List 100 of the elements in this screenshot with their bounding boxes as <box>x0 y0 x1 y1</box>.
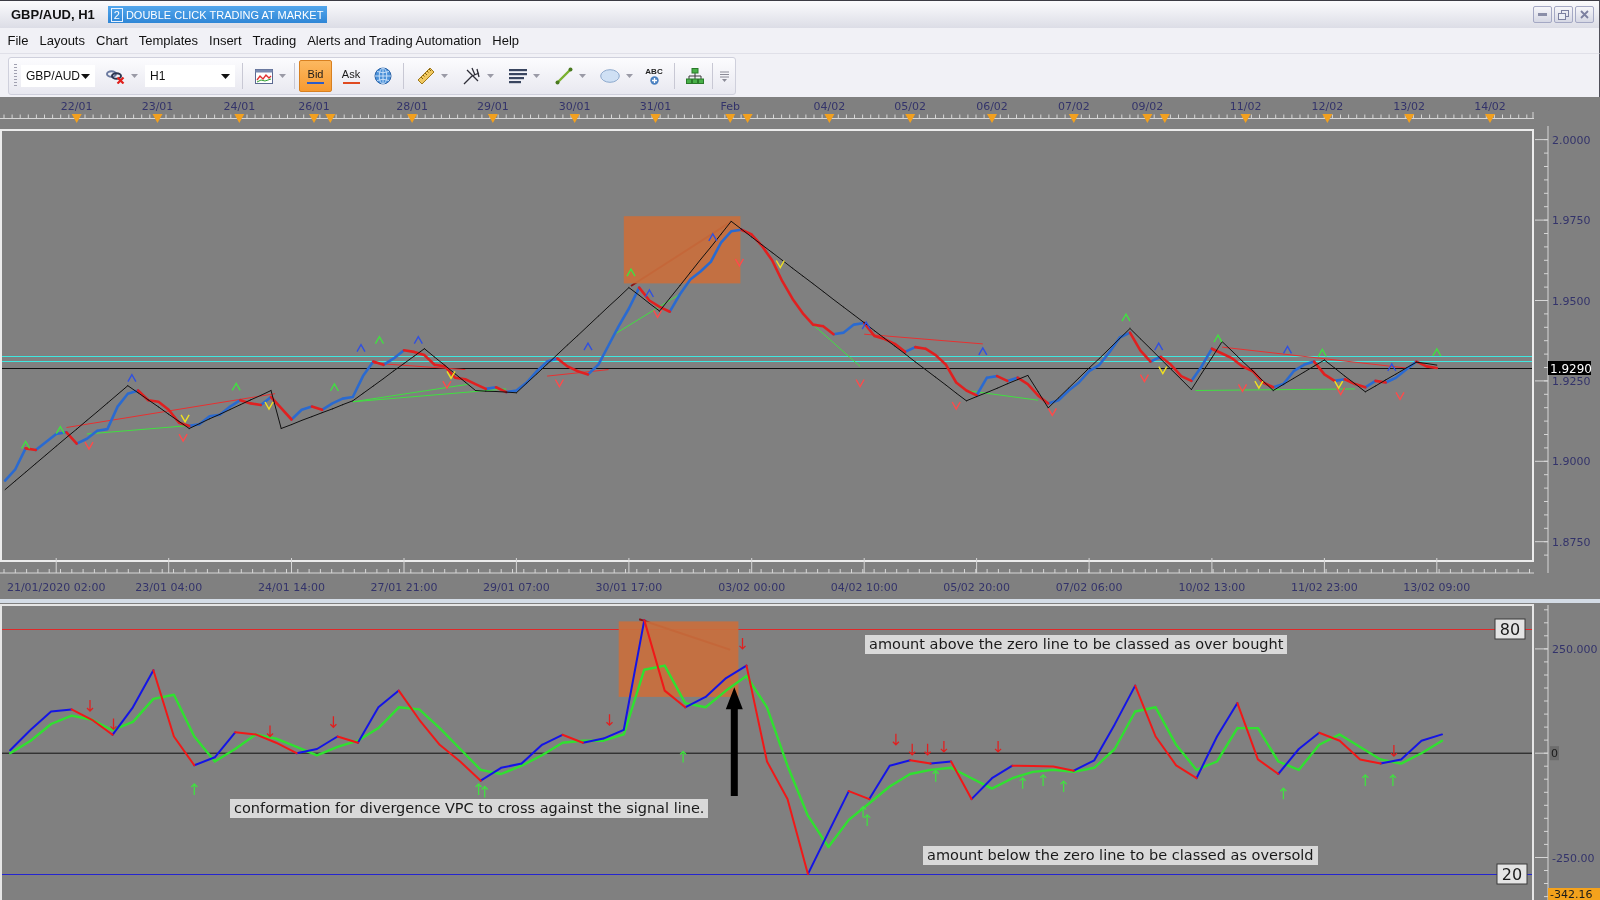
pitchfork-icon <box>462 67 481 85</box>
down-arrow-icon <box>738 637 747 650</box>
down-chevron-icon <box>1254 380 1264 390</box>
up-chevron-icon <box>413 335 423 345</box>
down-chevron-icon <box>775 259 785 269</box>
down-chevron-icon <box>84 441 94 451</box>
event-marker-icon <box>569 114 580 123</box>
down-arrow-icon <box>940 740 948 753</box>
menu-item[interactable]: File <box>2 29 34 52</box>
date-label: 06/02 <box>976 99 1008 113</box>
down-arrow-icon <box>86 699 94 712</box>
menu-item[interactable]: Chart <box>90 29 134 52</box>
current-price-label: 1.9290 <box>1548 361 1592 376</box>
date-label: Feb <box>720 99 740 113</box>
window-title: GBP/AUD, H1 <box>11 7 95 22</box>
price-axis-label: 1.9500 <box>1552 294 1591 308</box>
menu-item[interactable]: Alerts and Trading Automation <box>301 29 487 52</box>
time-axis-label: 13/02 09:00 <box>1403 581 1471 594</box>
oscillator-axis-label: 250.000 <box>1552 642 1598 656</box>
minimize-icon <box>1538 13 1547 16</box>
menu-item[interactable]: Insert <box>203 29 248 52</box>
down-arrow-icon <box>329 715 338 729</box>
caret-icon <box>532 74 540 78</box>
restore-icon <box>1558 9 1569 20</box>
caret-icon <box>81 73 90 79</box>
menu-item[interactable]: Templates <box>133 29 204 52</box>
price-axis-label: 2.0000 <box>1552 133 1591 147</box>
caret-icon <box>130 74 138 78</box>
date-label: 11/02 <box>1229 99 1262 113</box>
time-axis-label: 03/02 00:00 <box>718 581 786 594</box>
oscillator-axis-label: 0 <box>1550 746 1559 761</box>
event-marker-icon <box>1142 114 1153 123</box>
up-arrow-icon <box>932 769 940 783</box>
date-label: 24/01 <box>223 99 256 113</box>
down-chevron-icon <box>1237 383 1248 393</box>
minimize-button[interactable] <box>1533 6 1552 23</box>
caret-icon <box>486 74 494 78</box>
menu-item[interactable]: Layouts <box>33 29 91 52</box>
date-label: 09/02 <box>1131 99 1164 113</box>
up-arrow-icon <box>1279 787 1288 800</box>
event-marker-icon <box>1159 114 1170 123</box>
menu-item[interactable]: Trading <box>247 29 302 52</box>
up-chevron-icon <box>1213 333 1223 343</box>
chain-cross-icon <box>104 68 125 84</box>
chart-annotation: amount below the zero line to be classed as oversold <box>923 846 1318 865</box>
chart-window-icon <box>254 68 273 84</box>
date-label: 14/02 <box>1474 99 1506 113</box>
date-label: 05/02 <box>894 99 927 113</box>
chart-annotation: conformation for divergence VPC to cross against the signal line. <box>230 799 709 818</box>
down-chevron-icon <box>652 309 663 319</box>
down-arrow-icon <box>923 743 932 756</box>
up-arrow-icon <box>679 750 687 764</box>
down-chevron-icon <box>1158 365 1168 375</box>
menu-item[interactable]: Help <box>486 29 525 52</box>
symbol-dropdown[interactable]: GBP/AUD <box>21 65 95 87</box>
up-chevron-icon <box>20 440 31 450</box>
globe-icon <box>374 67 392 85</box>
close-icon <box>1580 10 1589 19</box>
restore-button[interactable] <box>1554 6 1573 23</box>
date-label: 26/01 <box>298 99 330 113</box>
date-label: 04/02 <box>813 99 846 113</box>
badge-number: 2 <box>110 7 123 22</box>
chart-annotation: amount above the zero line to be classed as over bought <box>865 635 1288 654</box>
date-label: 29/01 <box>477 99 509 113</box>
time-axis-label: 07/02 06:00 <box>1055 581 1123 594</box>
event-marker-icon <box>650 114 661 123</box>
oscillator-axis-label: -250.00 <box>1552 851 1595 865</box>
timeframe-dropdown[interactable]: H1 <box>145 65 235 87</box>
stacked-lines-icon <box>508 68 527 84</box>
toolbar-grip[interactable] <box>14 64 17 88</box>
event-marker-icon <box>71 114 82 123</box>
up-arrow-icon <box>474 783 483 796</box>
time-axis-label: 04/02 10:00 <box>830 581 898 594</box>
date-label: 31/01 <box>639 99 672 113</box>
event-marker-icon <box>152 114 163 123</box>
up-chevron-icon <box>626 267 636 277</box>
time-axis-label: 21/01/2020 02:00 <box>6 581 106 594</box>
up-chevron-icon <box>644 288 655 298</box>
up-chevron-icon <box>1154 341 1164 351</box>
close-button[interactable] <box>1575 6 1594 23</box>
up-chevron-icon <box>861 320 871 330</box>
price-side-button[interactable]: Bid <box>299 60 332 92</box>
down-arrow-icon <box>109 717 118 731</box>
price-axis-label: 1.9750 <box>1552 214 1591 228</box>
up-arrow-icon <box>1389 774 1397 787</box>
up-arrow-icon <box>1361 774 1369 787</box>
time-axis-label: 10/02 13:00 <box>1178 581 1246 594</box>
scale-low-label: -342.16 <box>1548 888 1600 900</box>
ruler-icon <box>416 67 435 85</box>
price-side-button[interactable]: Ask <box>337 60 365 92</box>
date-label: 23/01 <box>141 99 174 113</box>
date-label: 22/01 <box>60 99 93 113</box>
time-axis-label: 05/02 20:00 <box>943 581 1011 594</box>
event-marker-icon <box>1485 114 1495 123</box>
up-chevron-icon <box>1282 344 1293 354</box>
caret-icon <box>278 74 286 78</box>
text-tool-button[interactable]: ABC <box>642 61 666 91</box>
badge-label: DOUBLE CLICK TRADING AT MARKET <box>125 8 324 21</box>
time-axis-label: 11/02 23:00 <box>1290 581 1358 594</box>
up-chevron-icon <box>1121 312 1131 322</box>
